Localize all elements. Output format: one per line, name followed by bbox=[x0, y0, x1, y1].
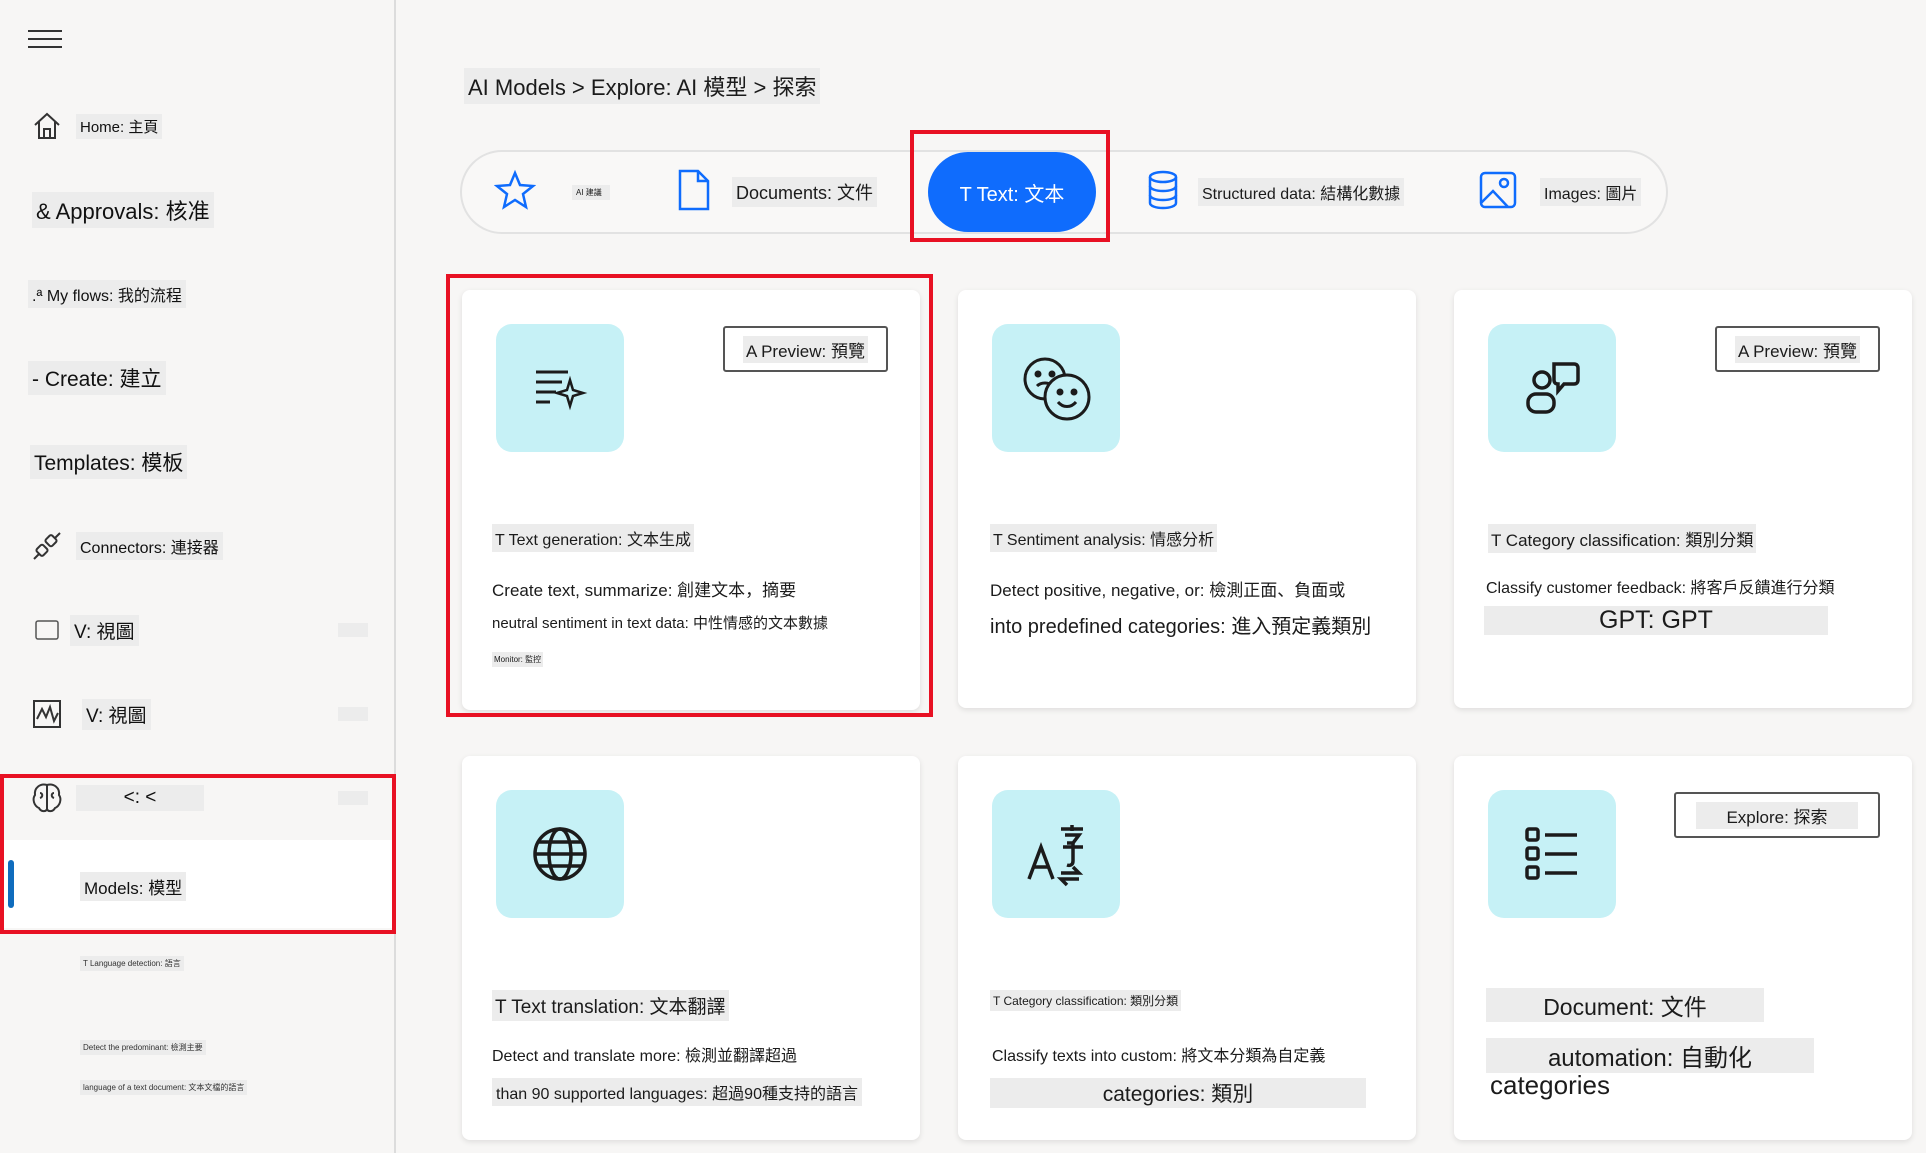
card-description: neutral sentiment in text data: 中性情感的文本數… bbox=[492, 615, 828, 632]
card-description: categories bbox=[1490, 1070, 1610, 1100]
breadcrumb: AI Models > Explore: AI 模型 > 探索 bbox=[464, 68, 821, 104]
tab-text[interactable]: T Text: 文本 bbox=[928, 152, 1096, 232]
tab-label: Structured data: 結構化數據 bbox=[1198, 178, 1405, 206]
sidebar-item-label: Connectors: 連接器 bbox=[76, 532, 223, 560]
sidebar-item-monitor[interactable]: V: 視圖 bbox=[0, 684, 390, 744]
sidebar-item-label: V: 視圖 bbox=[70, 614, 139, 646]
active-indicator bbox=[8, 860, 14, 908]
sidebar-item-label: Templates: 模板 bbox=[30, 445, 188, 479]
image-icon bbox=[1478, 170, 1518, 215]
sidebar-item-templates[interactable]: Templates: 模板 bbox=[0, 432, 390, 492]
connector-plug-icon bbox=[30, 529, 64, 563]
list-icon bbox=[1488, 790, 1616, 918]
star-icon bbox=[493, 169, 537, 216]
sidebar-subitem[interactable]: T Language detection: 語言 bbox=[80, 956, 184, 971]
tab-documents[interactable]: Documents: 文件 bbox=[676, 152, 878, 232]
globe-icon bbox=[496, 790, 624, 918]
sidebar-item-label: V: 視圖 bbox=[82, 698, 151, 730]
card-description: into predefined categories: 進入預定義類別 bbox=[990, 616, 1372, 638]
preview-badge: A Preview: 預覽 bbox=[722, 326, 888, 372]
sidebar-item-models[interactable]: Models: 模型 bbox=[4, 840, 392, 928]
model-card-sentiment-analysis[interactable]: T Sentiment analysis: 情感分析 Detect positi… bbox=[958, 290, 1416, 708]
model-card-text-translation[interactable]: T Text translation: 文本翻譯 Detect and tran… bbox=[462, 756, 920, 1140]
card-description: Detect and translate more: 檢測並翻譯超過 bbox=[492, 1048, 797, 1065]
card-title: Document: 文件 bbox=[1486, 988, 1764, 1022]
text-sparkle-icon bbox=[496, 324, 624, 452]
card-title: T Sentiment analysis: 情感分析 bbox=[990, 524, 1218, 552]
card-title: T Text generation: 文本生成 bbox=[492, 524, 694, 552]
sidebar-item-ai-hub[interactable]: <: < bbox=[0, 768, 390, 828]
sidebar-item-connectors[interactable]: Connectors: 連接器 bbox=[0, 516, 390, 576]
document-icon bbox=[676, 168, 712, 217]
explore-badge[interactable]: Explore: 探索 bbox=[1674, 792, 1880, 838]
translate-icon bbox=[992, 790, 1120, 918]
chevron-icon bbox=[338, 791, 368, 805]
view-icon bbox=[30, 613, 64, 647]
sidebar: Home: 主頁 & Approvals: 核准 .ª My flows: 我的… bbox=[0, 0, 396, 1153]
sidebar-item-label: Home: 主頁 bbox=[76, 113, 163, 139]
emoji-faces-icon bbox=[992, 324, 1120, 452]
tab-label: AI 建議 bbox=[572, 184, 610, 200]
chevron-icon bbox=[338, 707, 368, 721]
chart-monitor-icon bbox=[30, 697, 64, 731]
sidebar-item-label: .ª My flows: 我的流程 bbox=[28, 280, 186, 308]
brain-icon bbox=[30, 781, 64, 815]
tab-label: Documents: 文件 bbox=[732, 177, 878, 207]
model-card-category-classification-custom[interactable]: T Category classification: 類別分類 Classify… bbox=[958, 756, 1416, 1140]
chevron-icon bbox=[338, 623, 368, 637]
sidebar-item-my-flows[interactable]: .ª My flows: 我的流程 bbox=[0, 264, 390, 324]
tab-images[interactable]: Images: 圖片 bbox=[1478, 152, 1642, 232]
tab-label: T Text: 文本 bbox=[959, 183, 1065, 206]
card-title: T Category classification: 類別分類 bbox=[990, 990, 1182, 1011]
card-title: T Category classification: 類別分類 bbox=[1488, 524, 1757, 553]
model-card-category-classification[interactable]: A Preview: 預覽 T Category classification:… bbox=[1454, 290, 1912, 708]
sidebar-item-label: - Create: 建立 bbox=[28, 361, 166, 395]
tab-label: Images: 圖片 bbox=[1540, 178, 1642, 206]
database-icon bbox=[1146, 170, 1180, 215]
tab-structured-data[interactable]: Structured data: 結構化數據 bbox=[1146, 152, 1405, 232]
preview-badge: A Preview: 預覽 bbox=[1714, 326, 1880, 372]
card-description: Classify customer feedback: 將客戶反饋進行分類 bbox=[1486, 580, 1835, 597]
sidebar-item-approvals[interactable]: & Approvals: 核准 bbox=[0, 180, 390, 240]
card-title: T Text translation: 文本翻譯 bbox=[492, 990, 729, 1021]
card-description: categories: 類別 bbox=[990, 1078, 1366, 1108]
home-icon bbox=[30, 109, 64, 143]
card-description: Classify texts into custom: 將文本分類為自定義 bbox=[992, 1048, 1326, 1065]
card-description: GPT: GPT bbox=[1484, 606, 1828, 635]
sidebar-subitem: language of a text document: 文本文檔的語言 bbox=[80, 1080, 248, 1095]
sidebar-item-view[interactable]: V: 視圖 bbox=[0, 600, 390, 660]
sidebar-item-create[interactable]: - Create: 建立 bbox=[0, 348, 390, 408]
sidebar-subitem: Detect the predominant: 檢測主要 bbox=[80, 1040, 206, 1055]
sidebar-item-label: & Approvals: 核准 bbox=[32, 192, 214, 228]
tab-ai-suggested[interactable]: AI 建議 bbox=[493, 152, 610, 232]
card-description: Create text, summarize: 創建文本，摘要 bbox=[492, 581, 797, 600]
model-card-text-generation[interactable]: A Preview: 預覽 T Text generation: 文本生成 Cr… bbox=[462, 290, 920, 710]
card-description: automation: 自動化 bbox=[1486, 1038, 1814, 1073]
card-description: than 90 supported languages: 超過90種支持的語言 bbox=[492, 1078, 862, 1106]
person-chat-icon bbox=[1488, 324, 1616, 452]
sidebar-item-label: <: < bbox=[76, 785, 204, 811]
hamburger-menu-icon[interactable] bbox=[28, 30, 62, 52]
sidebar-item-home[interactable]: Home: 主頁 bbox=[0, 96, 390, 156]
sidebar-item-label: Models: 模型 bbox=[80, 872, 187, 901]
model-card-document-automation[interactable]: Explore: 探索 Document: 文件 automation: 自動化… bbox=[1454, 756, 1912, 1140]
card-extra: Monitor: 監控 bbox=[492, 652, 544, 667]
card-description: Detect positive, negative, or: 檢測正面、負面或 bbox=[990, 581, 1346, 600]
